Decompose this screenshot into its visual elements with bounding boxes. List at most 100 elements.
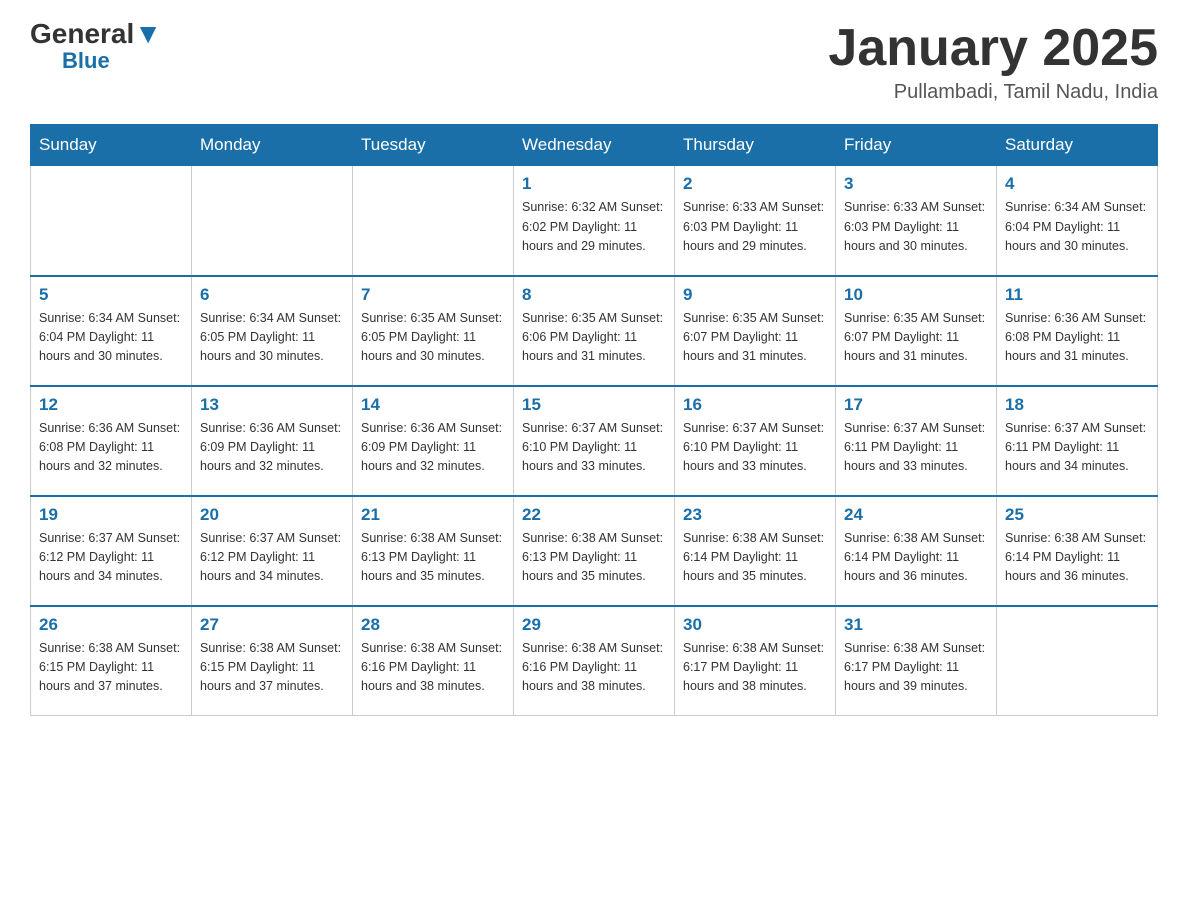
calendar-week-row: 5 Sunrise: 6:34 AM Sunset: 6:04 PM Daylig… bbox=[31, 276, 1158, 386]
weekday-header-wednesday: Wednesday bbox=[514, 125, 675, 166]
weekday-header-sunday: Sunday bbox=[31, 125, 192, 166]
day-number: 22 bbox=[522, 505, 666, 525]
calendar-cell: 2Sunrise: 6:33 AM Sunset: 6:03 PM Daylig… bbox=[675, 166, 836, 276]
day-info: Sunrise: 6:35 AM Sunset: 6:07 PM Dayligh… bbox=[683, 309, 827, 367]
logo-general-text: General▼ bbox=[30, 20, 162, 48]
day-number: 24 bbox=[844, 505, 988, 525]
day-number: 27 bbox=[200, 615, 344, 635]
weekday-header-thursday: Thursday bbox=[675, 125, 836, 166]
calendar-cell: 25 Sunrise: 6:38 AM Sunset: 6:14 PM Dayli… bbox=[997, 496, 1158, 606]
calendar-cell: 6 Sunrise: 6:34 AM Sunset: 6:05 PM Daylig… bbox=[192, 276, 353, 386]
calendar-cell bbox=[192, 166, 353, 276]
day-info: Sunrise: 6:38 AM Sunset: 6:14 PM Dayligh… bbox=[844, 529, 988, 587]
calendar-cell: 30 Sunrise: 6:38 AM Sunset: 6:17 PM Dayli… bbox=[675, 606, 836, 716]
calendar-cell: 29 Sunrise: 6:38 AM Sunset: 6:16 PM Dayli… bbox=[514, 606, 675, 716]
day-info: Sunrise: 6:38 AM Sunset: 6:15 PM Dayligh… bbox=[200, 639, 344, 697]
calendar-cell: 15 Sunrise: 6:37 AM Sunset: 6:10 PM Dayli… bbox=[514, 386, 675, 496]
day-number: 4 bbox=[1005, 174, 1149, 194]
day-number: 6 bbox=[200, 285, 344, 305]
day-info: Sunrise: 6:38 AM Sunset: 6:14 PM Dayligh… bbox=[1005, 529, 1149, 587]
day-info: Sunrise: 6:34 AM Sunset: 6:04 PM Dayligh… bbox=[39, 309, 183, 367]
calendar-cell: 8 Sunrise: 6:35 AM Sunset: 6:06 PM Daylig… bbox=[514, 276, 675, 386]
day-info: Sunrise: 6:34 AM Sunset: 6:04 PM Dayligh… bbox=[1005, 198, 1149, 256]
calendar-cell: 20Sunrise: 6:37 AM Sunset: 6:12 PM Dayli… bbox=[192, 496, 353, 606]
calendar-cell bbox=[997, 606, 1158, 716]
calendar-cell: 27 Sunrise: 6:38 AM Sunset: 6:15 PM Dayli… bbox=[192, 606, 353, 716]
day-number: 7 bbox=[361, 285, 505, 305]
day-info: Sunrise: 6:32 AM Sunset: 6:02 PM Dayligh… bbox=[522, 198, 666, 256]
day-number: 23 bbox=[683, 505, 827, 525]
day-info: Sunrise: 6:38 AM Sunset: 6:16 PM Dayligh… bbox=[522, 639, 666, 697]
day-number: 15 bbox=[522, 395, 666, 415]
day-info: Sunrise: 6:38 AM Sunset: 6:14 PM Dayligh… bbox=[683, 529, 827, 587]
day-info: Sunrise: 6:37 AM Sunset: 6:10 PM Dayligh… bbox=[683, 419, 827, 477]
location-text: Pullambadi, Tamil Nadu, India bbox=[828, 81, 1158, 104]
calendar-header-row: SundayMondayTuesdayWednesdayThursdayFrid… bbox=[31, 125, 1158, 166]
weekday-header-friday: Friday bbox=[836, 125, 997, 166]
calendar-cell: 12Sunrise: 6:36 AM Sunset: 6:08 PM Dayli… bbox=[31, 386, 192, 496]
calendar-cell: 14Sunrise: 6:36 AM Sunset: 6:09 PM Dayli… bbox=[353, 386, 514, 496]
day-info: Sunrise: 6:38 AM Sunset: 6:16 PM Dayligh… bbox=[361, 639, 505, 697]
calendar-cell: 4 Sunrise: 6:34 AM Sunset: 6:04 PM Daylig… bbox=[997, 166, 1158, 276]
calendar-cell: 23 Sunrise: 6:38 AM Sunset: 6:14 PM Dayli… bbox=[675, 496, 836, 606]
day-number: 20 bbox=[200, 505, 344, 525]
logo-triangle-icon: ▼ bbox=[134, 18, 162, 49]
day-number: 5 bbox=[39, 285, 183, 305]
day-number: 10 bbox=[844, 285, 988, 305]
calendar-cell: 21Sunrise: 6:38 AM Sunset: 6:13 PM Dayli… bbox=[353, 496, 514, 606]
day-info: Sunrise: 6:36 AM Sunset: 6:08 PM Dayligh… bbox=[1005, 309, 1149, 367]
day-number: 19 bbox=[39, 505, 183, 525]
weekday-header-saturday: Saturday bbox=[997, 125, 1158, 166]
title-section: January 2025 Pullambadi, Tamil Nadu, Ind… bbox=[828, 20, 1158, 104]
day-info: Sunrise: 6:37 AM Sunset: 6:10 PM Dayligh… bbox=[522, 419, 666, 477]
day-info: Sunrise: 6:37 AM Sunset: 6:12 PM Dayligh… bbox=[39, 529, 183, 587]
day-number: 17 bbox=[844, 395, 988, 415]
day-number: 25 bbox=[1005, 505, 1149, 525]
calendar-cell: 1 Sunrise: 6:32 AM Sunset: 6:02 PM Daylig… bbox=[514, 166, 675, 276]
day-info: Sunrise: 6:38 AM Sunset: 6:15 PM Dayligh… bbox=[39, 639, 183, 697]
day-info: Sunrise: 6:38 AM Sunset: 6:17 PM Dayligh… bbox=[683, 639, 827, 697]
calendar-cell bbox=[31, 166, 192, 276]
day-number: 1 bbox=[522, 174, 666, 194]
calendar-cell: 26 Sunrise: 6:38 AM Sunset: 6:15 PM Dayli… bbox=[31, 606, 192, 716]
calendar-cell: 9 Sunrise: 6:35 AM Sunset: 6:07 PM Daylig… bbox=[675, 276, 836, 386]
day-number: 14 bbox=[361, 395, 505, 415]
day-info: Sunrise: 6:33 AM Sunset: 6:03 PM Dayligh… bbox=[683, 198, 827, 256]
calendar-cell: 11 Sunrise: 6:36 AM Sunset: 6:08 PM Dayli… bbox=[997, 276, 1158, 386]
page-header: General▼ Blue January 2025 Pullambadi, T… bbox=[30, 20, 1158, 104]
calendar-week-row: 26 Sunrise: 6:38 AM Sunset: 6:15 PM Dayli… bbox=[31, 606, 1158, 716]
day-number: 30 bbox=[683, 615, 827, 635]
weekday-header-monday: Monday bbox=[192, 125, 353, 166]
calendar-cell: 31Sunrise: 6:38 AM Sunset: 6:17 PM Dayli… bbox=[836, 606, 997, 716]
day-info: Sunrise: 6:36 AM Sunset: 6:09 PM Dayligh… bbox=[200, 419, 344, 477]
day-number: 26 bbox=[39, 615, 183, 635]
day-number: 8 bbox=[522, 285, 666, 305]
day-info: Sunrise: 6:35 AM Sunset: 6:06 PM Dayligh… bbox=[522, 309, 666, 367]
day-info: Sunrise: 6:37 AM Sunset: 6:11 PM Dayligh… bbox=[1005, 419, 1149, 477]
logo-blue-text: Blue bbox=[62, 48, 110, 74]
calendar-cell: 13Sunrise: 6:36 AM Sunset: 6:09 PM Dayli… bbox=[192, 386, 353, 496]
day-number: 12 bbox=[39, 395, 183, 415]
day-info: Sunrise: 6:38 AM Sunset: 6:13 PM Dayligh… bbox=[522, 529, 666, 587]
day-number: 11 bbox=[1005, 285, 1149, 305]
calendar-cell: 19 Sunrise: 6:37 AM Sunset: 6:12 PM Dayli… bbox=[31, 496, 192, 606]
calendar-table: SundayMondayTuesdayWednesdayThursdayFrid… bbox=[30, 124, 1158, 716]
day-number: 29 bbox=[522, 615, 666, 635]
day-info: Sunrise: 6:35 AM Sunset: 6:05 PM Dayligh… bbox=[361, 309, 505, 367]
calendar-cell: 10 Sunrise: 6:35 AM Sunset: 6:07 PM Dayli… bbox=[836, 276, 997, 386]
weekday-header-tuesday: Tuesday bbox=[353, 125, 514, 166]
calendar-week-row: 1 Sunrise: 6:32 AM Sunset: 6:02 PM Daylig… bbox=[31, 166, 1158, 276]
day-number: 31 bbox=[844, 615, 988, 635]
day-number: 9 bbox=[683, 285, 827, 305]
calendar-cell: 5 Sunrise: 6:34 AM Sunset: 6:04 PM Daylig… bbox=[31, 276, 192, 386]
day-number: 21 bbox=[361, 505, 505, 525]
day-number: 16 bbox=[683, 395, 827, 415]
day-info: Sunrise: 6:34 AM Sunset: 6:05 PM Dayligh… bbox=[200, 309, 344, 367]
day-info: Sunrise: 6:35 AM Sunset: 6:07 PM Dayligh… bbox=[844, 309, 988, 367]
calendar-cell: 18 Sunrise: 6:37 AM Sunset: 6:11 PM Dayli… bbox=[997, 386, 1158, 496]
day-number: 18 bbox=[1005, 395, 1149, 415]
day-info: Sunrise: 6:37 AM Sunset: 6:11 PM Dayligh… bbox=[844, 419, 988, 477]
calendar-cell: 3Sunrise: 6:33 AM Sunset: 6:03 PM Daylig… bbox=[836, 166, 997, 276]
calendar-cell: 7 Sunrise: 6:35 AM Sunset: 6:05 PM Daylig… bbox=[353, 276, 514, 386]
calendar-week-row: 19 Sunrise: 6:37 AM Sunset: 6:12 PM Dayli… bbox=[31, 496, 1158, 606]
